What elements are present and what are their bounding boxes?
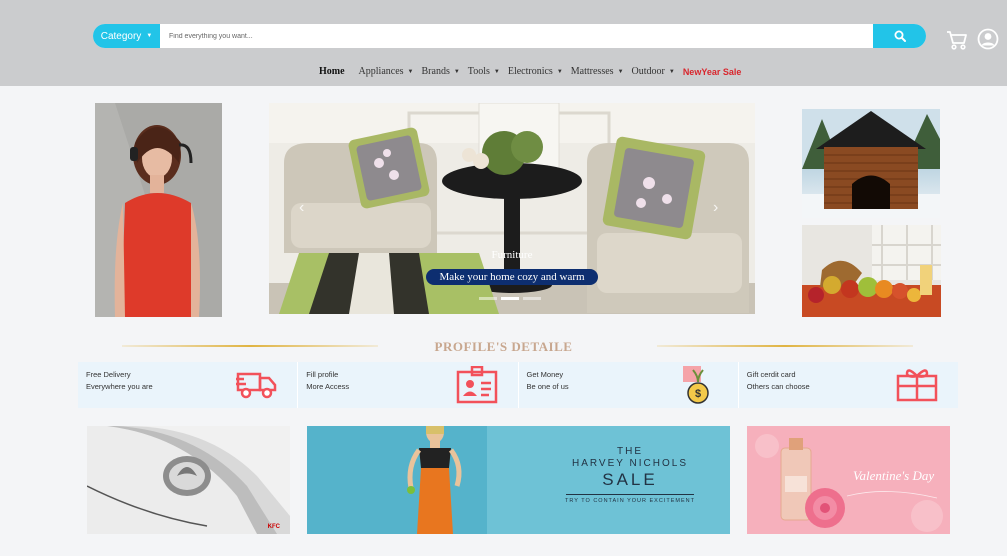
feature-get-money[interactable]: Get Money Be one of us $: [519, 362, 739, 408]
truck-icon: [236, 372, 277, 399]
kfc-logo: KFC: [267, 524, 280, 530]
valentines-day-banner[interactable]: Valentine's Day: [747, 426, 950, 534]
nav-item-label: Home: [319, 66, 345, 77]
hero-carousel[interactable]: ‹ › Furniture Make your home cozy and wa…: [269, 103, 755, 314]
search-bar: Category ▼: [93, 24, 926, 48]
nav-item-appliances[interactable]: Appliances ▼: [359, 66, 414, 77]
chevron-down-icon: ▼: [617, 68, 624, 75]
svg-text:$: $: [694, 388, 700, 400]
site-header: Category ▼ Home Appliances▼ Brands▼ Tool…: [0, 0, 1007, 86]
nav-item-label: Brands: [421, 66, 450, 77]
nav-item-brands[interactable]: Brands ▼: [422, 66, 460, 77]
id-card-icon: [457, 366, 498, 404]
nav-item-label: Mattresses: [570, 66, 614, 77]
doghouse-promo-image[interactable]: [802, 109, 940, 218]
harvey-line-1: THE: [617, 446, 643, 457]
hero-subtitle: Make your home cozy and warm: [426, 269, 598, 285]
carousel-dot[interactable]: [479, 297, 497, 300]
chevron-down-icon: ▼: [146, 33, 153, 39]
carousel-dot[interactable]: [523, 297, 541, 300]
feature-fill-profile[interactable]: Fill profile More Access: [298, 362, 519, 408]
harvey-line-2: HARVEY NICHOLS: [572, 458, 688, 469]
search-input[interactable]: [160, 24, 873, 48]
fruit-promo-image[interactable]: [802, 225, 941, 317]
chevron-down-icon: ▼: [668, 68, 675, 75]
coin-medal-icon: $: [682, 366, 709, 404]
nav-item-tools[interactable]: Tools ▼: [468, 66, 500, 77]
gift-icon: [896, 369, 937, 402]
nav-item-label: Electronics: [507, 66, 553, 77]
chevron-down-icon: ▼: [453, 68, 460, 75]
valentine-text: Valentine's Day: [853, 468, 935, 483]
category-label: Category: [100, 30, 142, 42]
category-button[interactable]: Category ▼: [93, 24, 160, 48]
chevron-down-icon: ▼: [493, 68, 500, 75]
harvey-sale-text: THE HARVEY NICHOLS SALE TRY TO CONTAIN Y…: [564, 446, 696, 504]
nav-item-label: Outdoor: [631, 66, 665, 77]
harvey-nichols-sale-banner[interactable]: THE HARVEY NICHOLS SALE TRY TO CONTAIN Y…: [307, 426, 730, 534]
carousel-indicators: [479, 297, 541, 300]
section-title: PROFILE'S DETAILE: [434, 339, 573, 354]
nav-item-electronics[interactable]: Electronics ▼: [508, 66, 563, 77]
chevron-down-icon: ▼: [556, 68, 563, 75]
nav-item-label: Tools: [467, 66, 490, 77]
user-icon[interactable]: [977, 28, 999, 50]
nav-item-mattresses[interactable]: Mattresses ▼: [571, 66, 624, 77]
hero-title: Furniture: [491, 249, 533, 261]
chevron-left-icon[interactable]: ‹: [299, 199, 304, 217]
harvey-divider: [566, 494, 694, 495]
features-bar: Free Delivery Everywhere you are Fill pr…: [78, 362, 958, 408]
nav-item-sale[interactable]: NewYear Sale: [683, 67, 742, 77]
chevron-down-icon: ▼: [407, 68, 414, 75]
feature-free-delivery[interactable]: Free Delivery Everywhere you are: [78, 362, 299, 408]
carousel-dot[interactable]: [501, 297, 519, 300]
nav-item-home[interactable]: Home: [319, 66, 345, 77]
main-nav: Home Appliances ▼ Brands ▼ Tools ▼ Electron…: [319, 66, 741, 77]
feature-gift-card[interactable]: Gift cerdit card Others can choose: [739, 362, 958, 408]
nav-item-outdoor[interactable]: Outdoor ▼: [632, 66, 675, 77]
chevron-right-icon[interactable]: ›: [713, 199, 718, 217]
phone-promo-banner[interactable]: KFC: [87, 426, 290, 534]
nav-item-label: Appliances: [358, 66, 404, 77]
cart-icon[interactable]: [946, 29, 968, 51]
harvey-line-3: SALE: [602, 470, 658, 489]
woman-promo-image[interactable]: [95, 103, 222, 317]
search-button[interactable]: [873, 24, 926, 48]
harvey-line-4: TRY TO CONTAIN YOUR EXCITEMENT: [565, 498, 695, 504]
search-icon: [894, 30, 906, 42]
